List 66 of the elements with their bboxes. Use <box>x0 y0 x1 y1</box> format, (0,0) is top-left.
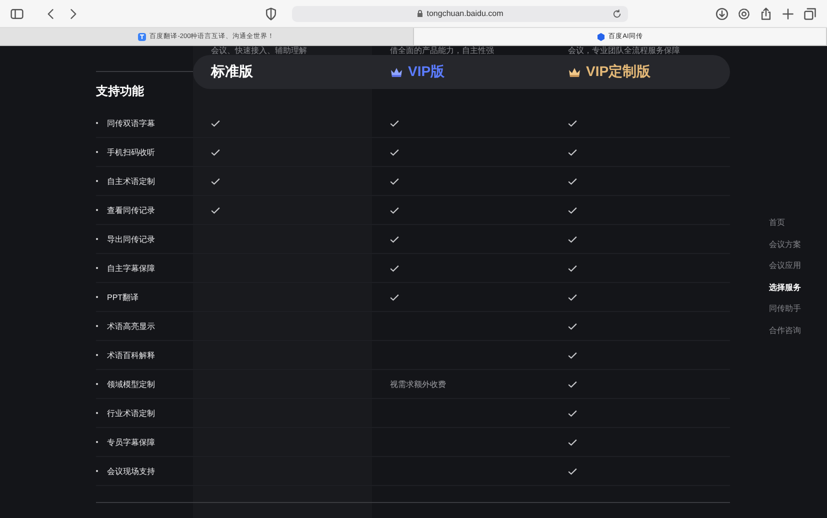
feature-label: 查看同传记录 <box>96 204 155 216</box>
crown-icon <box>568 66 581 78</box>
check-icon <box>568 178 577 184</box>
check-icon <box>390 206 399 214</box>
cell-note: 视需求额外收费 <box>390 378 446 390</box>
feature-label: 自主字幕保障 <box>96 262 155 274</box>
check-icon <box>568 352 577 358</box>
nav-link[interactable]: 选择服务 <box>769 282 801 294</box>
check-icon <box>568 468 577 474</box>
features-heading: 支持功能 <box>96 83 145 100</box>
shield-icon[interactable] <box>264 6 278 20</box>
favicon-icon <box>596 32 605 40</box>
feature-label: 会议现场支持 <box>96 466 155 476</box>
address-bar[interactable]: tongchuan.baidu.com <box>292 6 628 22</box>
sidebar-icon[interactable] <box>10 6 24 20</box>
feature-label: 术语高亮显示 <box>96 320 155 332</box>
download-icon[interactable] <box>715 6 729 20</box>
nav-link[interactable]: 会议方案 <box>769 238 801 252</box>
check-icon <box>568 236 577 242</box>
feature-label: 同传双语字幕 <box>96 118 155 128</box>
plan-title: 标准版 <box>211 63 253 81</box>
plan-description: 会议、快速接入、辅助理解 <box>211 46 307 55</box>
check-icon <box>390 294 399 300</box>
feature-label: 行业术语定制 <box>96 408 155 418</box>
share-icon[interactable] <box>759 6 773 20</box>
new-tab-icon[interactable] <box>781 6 795 20</box>
feature-label: 手机扫码收听 <box>96 146 155 158</box>
favicon-icon <box>138 32 146 40</box>
check-icon <box>211 206 220 214</box>
feature-label: 自主术语定制 <box>96 176 155 186</box>
check-icon <box>568 438 577 446</box>
feature-label: 专员字幕保障 <box>96 436 155 448</box>
check-icon <box>390 178 399 184</box>
check-icon <box>211 120 220 126</box>
nav-link[interactable]: 同传助手 <box>769 303 801 316</box>
check-icon <box>568 120 577 126</box>
plan-description: 借全面的产品能力，自主性强 <box>390 46 494 55</box>
plan-title: VIP版 <box>408 63 445 81</box>
check-icon <box>568 264 577 272</box>
reload-icon[interactable] <box>612 8 622 18</box>
url-text: tongchuan.baidu.com <box>426 9 504 18</box>
check-icon <box>211 148 220 156</box>
feature-label: 领域模型定制 <box>96 378 155 390</box>
tabs-overview-icon[interactable] <box>803 6 817 20</box>
feature-label: PPT翻译 <box>96 292 139 302</box>
check-icon <box>390 264 399 272</box>
check-icon <box>568 380 577 388</box>
nav-link[interactable]: 首页 <box>769 217 801 230</box>
check-icon <box>390 236 399 242</box>
check-icon <box>568 294 577 300</box>
crown-icon <box>390 66 403 78</box>
check-icon <box>211 178 220 184</box>
check-icon <box>568 322 577 330</box>
check-icon <box>390 120 399 126</box>
plan-description: 会议，专业团队全流程服务保障 <box>568 46 680 55</box>
settings-icon[interactable] <box>737 6 751 20</box>
check-icon <box>568 206 577 214</box>
nav-link[interactable]: 合作咨询 <box>769 324 801 338</box>
check-icon <box>390 148 399 156</box>
check-icon <box>568 410 577 416</box>
check-icon <box>568 148 577 156</box>
feature-label: 术语百科解释 <box>96 350 155 360</box>
feature-label: 导出同传记录 <box>96 234 155 244</box>
nav-link[interactable]: 会议应用 <box>769 260 801 273</box>
lock-icon <box>416 10 423 17</box>
plan-title: VIP定制版 <box>586 63 651 81</box>
